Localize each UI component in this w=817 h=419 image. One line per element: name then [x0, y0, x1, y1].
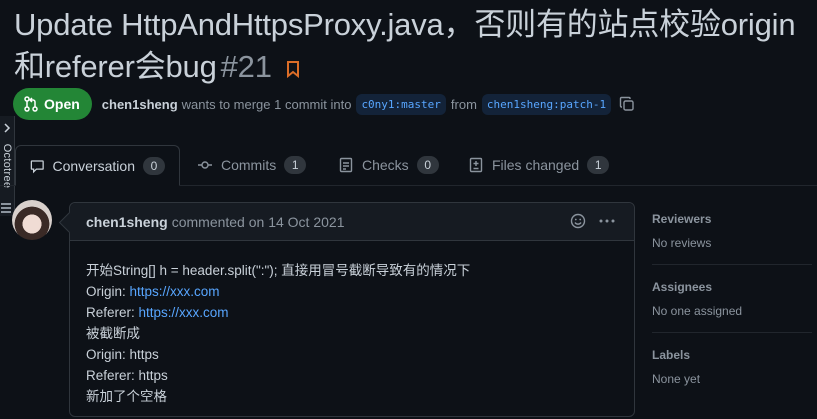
menu-icon[interactable]	[1, 203, 11, 213]
tab-conversation-label: Conversation	[52, 157, 136, 174]
tab-commits[interactable]: Commits 1	[183, 145, 320, 185]
merge-text: wants to merge 1 commit into	[181, 96, 352, 112]
comment-line: 开始String[] h = header.split(":"); 直接用冒号截…	[86, 263, 471, 278]
tab-commits-count: 1	[284, 156, 307, 174]
from-text: from	[450, 96, 477, 112]
comment-line: 被截断成	[86, 326, 140, 341]
avatar[interactable]	[12, 200, 52, 240]
pr-tabs: Conversation 0 Commits 1 Checks 0 Files …	[0, 145, 817, 186]
reviewers-value: No reviews	[652, 236, 712, 250]
pr-title: Update HttpAndHttpsProxy.java，否则有的站点校验or…	[14, 4, 804, 88]
chevron-right-icon	[4, 123, 11, 133]
kebab-horizontal-icon[interactable]	[598, 213, 616, 229]
tab-files-changed-label: Files changed	[492, 157, 580, 173]
referer-link[interactable]: https://xxx.com	[139, 305, 229, 320]
bookmark-icon[interactable]	[286, 60, 300, 78]
origin-link[interactable]: https://xxx.com	[130, 284, 220, 299]
comment-line: Origin: https://xxx.com	[86, 281, 618, 302]
tab-conversation[interactable]: Conversation 0	[15, 145, 180, 186]
tab-files-changed[interactable]: Files changed 1	[454, 145, 623, 185]
comment-line: Referer: https://xxx.com	[86, 302, 618, 323]
tab-commits-label: Commits	[221, 157, 277, 173]
pr-state-label: Open	[44, 96, 80, 112]
reviewers-title: Reviewers	[652, 212, 712, 226]
file-diff-icon	[469, 157, 483, 173]
pr-author-link[interactable]: chen1sheng	[102, 97, 178, 112]
reviewers-section: Reviewers No reviews	[652, 212, 812, 265]
pr-title-text: Update HttpAndHttpsProxy.java，否则有的站点校验or…	[14, 7, 796, 84]
labels-value: None yet	[652, 372, 701, 386]
tab-files-changed-count: 1	[587, 156, 610, 174]
pr-meta: Open chen1sheng wants to merge 1 commit …	[13, 88, 803, 120]
pr-state-badge: Open	[13, 88, 92, 120]
assignees-section: Assignees No one assigned	[652, 280, 812, 333]
comment-body: 开始String[] h = header.split(":"); 直接用冒号截…	[70, 241, 634, 407]
comment-line: Referer: https	[86, 368, 168, 383]
comment-line: 新加了个空格	[86, 389, 167, 404]
comment-author-link[interactable]: chen1sheng	[86, 214, 168, 230]
comment-header: chen1sheng commented on 14 Oct 2021	[70, 203, 634, 241]
checklist-icon	[339, 157, 353, 173]
base-branch[interactable]: c0ny1:master	[356, 93, 446, 115]
labels-section: Labels None yet	[652, 348, 812, 400]
commit-icon	[198, 161, 212, 169]
comment-text: Referer:	[86, 305, 139, 320]
comment-icon	[30, 159, 44, 173]
pr-sidebar: Reviewers No reviews Assignees No one as…	[652, 212, 812, 415]
tab-conversation-count: 0	[143, 156, 165, 175]
comment-line: Origin: https	[86, 347, 159, 362]
head-branch[interactable]: chen1sheng:patch-1	[481, 93, 612, 115]
labels-title: Labels	[652, 348, 691, 362]
tab-checks-label: Checks	[362, 157, 409, 173]
comment-meta[interactable]: commented on 14 Oct 2021	[172, 214, 345, 230]
pull-request-icon	[24, 96, 38, 112]
assignees-value: No one assigned	[652, 304, 743, 318]
smiley-icon[interactable]	[570, 213, 586, 229]
tab-checks-count: 0	[416, 156, 439, 174]
copy-icon[interactable]	[619, 96, 635, 112]
tab-checks[interactable]: Checks 0	[324, 145, 453, 185]
pr-number: #21	[220, 49, 272, 84]
assignees-title: Assignees	[652, 280, 713, 294]
comment-text: Origin:	[86, 284, 130, 299]
comment-box: chen1sheng commented on 14 Oct 2021 开始St…	[69, 202, 635, 417]
